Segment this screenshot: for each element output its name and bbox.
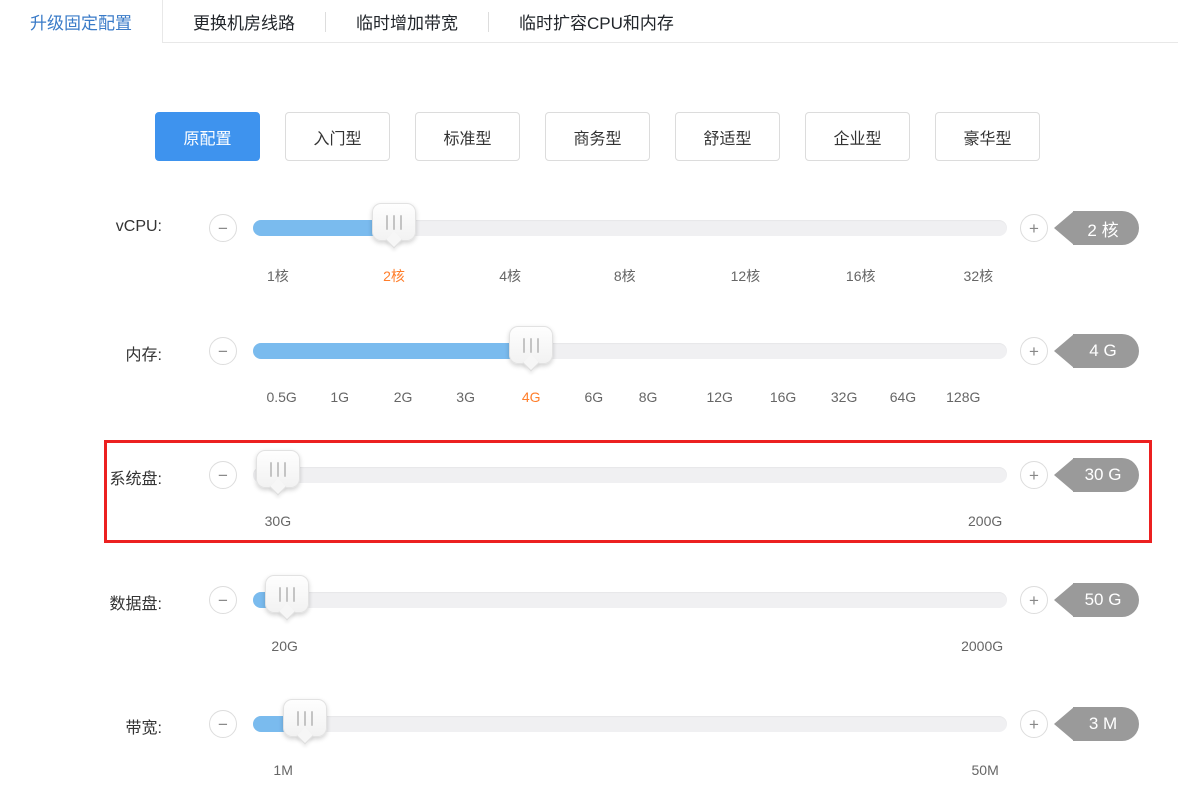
value-badge: 3 M xyxy=(1054,707,1139,741)
slider-track[interactable] xyxy=(253,343,1007,359)
tick-label: 1核 xyxy=(267,266,289,286)
value-badge-text: 4 G xyxy=(1073,334,1139,368)
decrease-button[interactable]: − xyxy=(209,337,237,365)
value-badge-text: 3 M xyxy=(1073,707,1139,741)
value-badge: 50 G xyxy=(1054,583,1139,617)
increase-button[interactable]: + xyxy=(1020,710,1048,738)
slider-track[interactable] xyxy=(253,220,1007,236)
preset-entry[interactable]: 入门型 xyxy=(285,112,390,161)
tick-label: 64G xyxy=(890,389,916,405)
tick-label: 8G xyxy=(639,389,658,405)
plus-icon: + xyxy=(1029,219,1039,238)
tick-labels: 20G 2000G xyxy=(253,638,1007,654)
tick-label: 1G xyxy=(330,389,349,405)
tick-label: 30G xyxy=(265,513,291,529)
tick-label: 12核 xyxy=(731,266,761,286)
tick-labels: 1M 50M xyxy=(253,762,1007,778)
plus-icon: + xyxy=(1029,466,1039,485)
tick-label: 2G xyxy=(394,389,413,405)
tick-label: 16G xyxy=(770,389,796,405)
tab-temp-expand-cpu-memory[interactable]: 临时扩容CPU和内存 xyxy=(489,0,704,43)
upgrade-config-page: 升级固定配置 更换机房线路 临时增加带宽 临时扩容CPU和内存 原配置 入门型 … xyxy=(0,0,1178,797)
tick-labels: 30G 200G xyxy=(253,513,1007,529)
slider-handle[interactable] xyxy=(372,203,416,241)
preset-enterprise[interactable]: 企业型 xyxy=(805,112,910,161)
tick-label: 1M xyxy=(273,762,292,778)
tick-label: 12G xyxy=(706,389,732,405)
slider-track[interactable] xyxy=(253,716,1007,732)
tick-label: 2核 xyxy=(383,266,405,286)
tick-label: 200G xyxy=(968,513,1002,529)
value-badge: 4 G xyxy=(1054,334,1139,368)
tab-temp-increase-bandwidth[interactable]: 临时增加带宽 xyxy=(326,0,488,43)
tick-labels: 0.5G 1G 2G 3G 4G 6G 8G 12G 16G 32G 64G 128G xyxy=(253,389,1007,405)
tick-label: 16核 xyxy=(846,266,876,286)
slider-row-system-disk: 系统盘: − + 30 G 30G 200G xyxy=(0,447,1178,547)
decrease-button[interactable]: − xyxy=(209,461,237,489)
tick-label: 4核 xyxy=(499,266,521,286)
slider-row-vcpu: vCPU: − + 2 核 1核2核4核8核12核16核32核 xyxy=(0,200,1178,300)
tick-label: 4G xyxy=(522,389,541,405)
tick-label: 32G xyxy=(831,389,857,405)
increase-button[interactable]: + xyxy=(1020,337,1048,365)
value-badge-text: 30 G xyxy=(1073,458,1139,492)
slider-handle[interactable] xyxy=(256,450,300,488)
slider-label: 带宽: xyxy=(50,714,162,738)
slider-fill xyxy=(253,343,531,359)
increase-button[interactable]: + xyxy=(1020,214,1048,242)
tick-label: 6G xyxy=(584,389,603,405)
minus-icon: − xyxy=(218,715,228,734)
tick-label: 0.5G xyxy=(266,389,296,405)
preset-deluxe[interactable]: 豪华型 xyxy=(935,112,1040,161)
tick-label: 32核 xyxy=(964,266,994,286)
plus-icon: + xyxy=(1029,342,1039,361)
minus-icon: − xyxy=(218,219,228,238)
tick-labels: 1核2核4核8核12核16核32核 xyxy=(253,266,1007,282)
tick-label: 20G xyxy=(271,638,297,654)
tab-bar: 升级固定配置 更换机房线路 临时增加带宽 临时扩容CPU和内存 xyxy=(0,0,1178,43)
tick-label: 50M xyxy=(972,762,999,778)
slider-track[interactable] xyxy=(253,467,1007,483)
tab-change-datacenter-line[interactable]: 更换机房线路 xyxy=(163,0,325,43)
value-badge: 2 核 xyxy=(1054,211,1139,245)
value-badge-text: 50 G xyxy=(1073,583,1139,617)
preset-original-config[interactable]: 原配置 xyxy=(155,112,260,161)
preset-standard[interactable]: 标准型 xyxy=(415,112,520,161)
decrease-button[interactable]: − xyxy=(209,214,237,242)
slider-track[interactable] xyxy=(253,592,1007,608)
tick-label: 3G xyxy=(456,389,475,405)
slider-row-bandwidth: 带宽: − + 3 M 1M 50M xyxy=(0,696,1178,796)
preset-button-row: 原配置 入门型 标准型 商务型 舒适型 企业型 豪华型 xyxy=(155,112,1065,161)
plus-icon: + xyxy=(1029,591,1039,610)
slider-row-memory: 内存: − + 4 G 0.5G 1G 2G 3G 4G 6G 8G 12G 16G 32G 64G… xyxy=(0,323,1178,423)
tick-label: 2000G xyxy=(961,638,1003,654)
value-badge: 30 G xyxy=(1054,458,1139,492)
slider-label: 系统盘: xyxy=(50,465,162,489)
increase-button[interactable]: + xyxy=(1020,586,1048,614)
slider-label: 内存: xyxy=(50,341,162,365)
slider-handle[interactable] xyxy=(283,699,327,737)
tick-label: 128G xyxy=(946,389,980,405)
value-badge-text: 2 核 xyxy=(1073,211,1139,245)
slider-label: 数据盘: xyxy=(50,590,162,614)
minus-icon: − xyxy=(218,591,228,610)
slider-handle[interactable] xyxy=(509,326,553,364)
increase-button[interactable]: + xyxy=(1020,461,1048,489)
tab-upgrade-fixed-config[interactable]: 升级固定配置 xyxy=(0,0,163,43)
slider-row-data-disk: 数据盘: − + 50 G 20G 2000G xyxy=(0,572,1178,672)
tick-label: 8核 xyxy=(614,266,636,286)
plus-icon: + xyxy=(1029,715,1039,734)
preset-comfort[interactable]: 舒适型 xyxy=(675,112,780,161)
slider-label: vCPU: xyxy=(50,218,162,236)
minus-icon: − xyxy=(218,342,228,361)
decrease-button[interactable]: − xyxy=(209,586,237,614)
slider-handle[interactable] xyxy=(265,575,309,613)
preset-business[interactable]: 商务型 xyxy=(545,112,650,161)
minus-icon: − xyxy=(218,466,228,485)
decrease-button[interactable]: − xyxy=(209,710,237,738)
